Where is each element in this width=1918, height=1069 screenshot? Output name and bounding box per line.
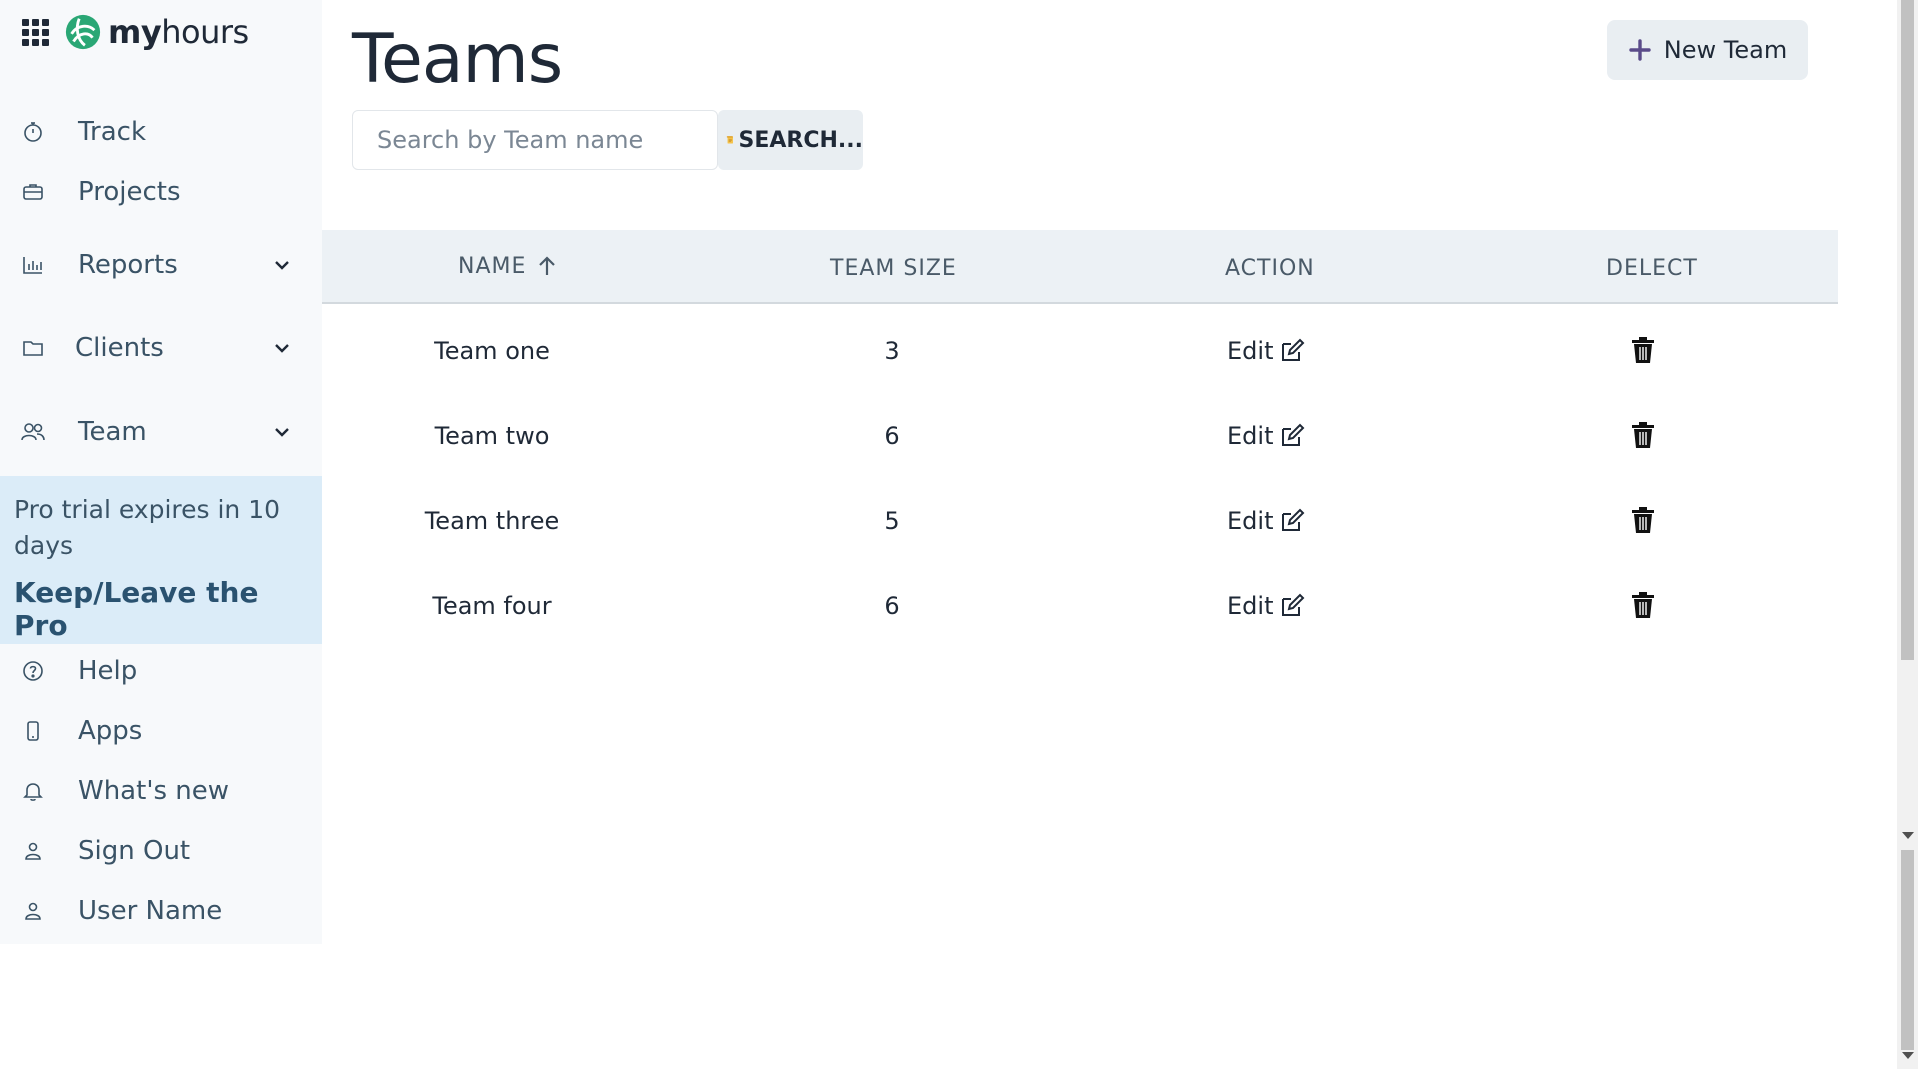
keep-leave-pro-link[interactable]: Keep/Leave the Pro [14, 576, 308, 642]
sidebar-item-label: What's new [78, 776, 230, 806]
user-icon [20, 898, 46, 924]
sidebar-item-team[interactable]: Team [0, 408, 322, 456]
edit-link[interactable]: Edit [1227, 308, 1305, 393]
team-name: Team three [424, 506, 560, 535]
search-button[interactable]: SEARCH... [718, 110, 863, 170]
trash-icon[interactable] [1630, 335, 1656, 365]
sidebar: myhours Track Projects Reports Clients T… [0, 0, 322, 944]
pro-trial-text: Pro trial expires in 10 days [14, 495, 281, 560]
scrollbar-thumb[interactable] [1901, 850, 1914, 1050]
column-header-delect: DELECT [1606, 255, 1698, 281]
sidebar-item-track[interactable]: Track [0, 108, 322, 156]
stopwatch-icon [20, 119, 46, 145]
bar-chart-icon [20, 252, 46, 278]
brand: myhours [20, 12, 249, 52]
team-name: Team four [432, 591, 552, 620]
team-size: 5 [884, 506, 900, 535]
team-name: Team two [434, 421, 550, 450]
trash-icon[interactable] [1630, 505, 1656, 535]
apps-grid-icon[interactable] [20, 17, 50, 47]
edit-link[interactable]: Edit [1227, 393, 1305, 478]
sidebar-item-label: Sign Out [78, 836, 191, 866]
new-team-label: New Team [1663, 36, 1788, 64]
user-icon [20, 838, 46, 864]
sidebar-item-clients[interactable]: Clients [0, 324, 322, 372]
chevron-down-icon[interactable] [272, 422, 292, 442]
sidebar-item-label: Reports [78, 250, 178, 280]
brand-name: myhours [108, 13, 249, 51]
vertical-scrollbar[interactable] [1897, 0, 1918, 1069]
sidebar-item-label: Team [78, 417, 147, 447]
trash-icon[interactable] [1630, 420, 1656, 450]
sidebar-item-label: Projects [78, 177, 181, 207]
plus-icon [1629, 39, 1651, 61]
column-header-action: ACTION [1225, 255, 1315, 281]
sidebar-item-apps[interactable]: Apps [0, 707, 322, 755]
sidebar-item-label: Clients [75, 333, 164, 363]
edit-icon [1282, 423, 1305, 446]
team-size: 6 [884, 591, 900, 620]
sidebar-item-sign-out[interactable]: Sign Out [0, 827, 322, 875]
sidebar-item-reports[interactable]: Reports [0, 241, 322, 289]
table-row: Team four 6 Edit [322, 563, 1838, 648]
sidebar-item-projects[interactable]: Projects [0, 168, 322, 216]
scroll-down-arrow-icon[interactable] [1902, 832, 1914, 839]
myhours-logo-icon [65, 14, 101, 50]
team-size: 6 [884, 421, 900, 450]
trash-icon[interactable] [1630, 590, 1656, 620]
team-name: Team one [434, 336, 550, 365]
sidebar-item-help[interactable]: Help [0, 647, 322, 695]
help-circle-icon [20, 658, 46, 684]
table-row: Team three 5 Edit [322, 478, 1838, 563]
sidebar-item-label: User Name [78, 896, 223, 926]
chevron-down-icon[interactable] [272, 338, 292, 358]
chevron-down-icon[interactable] [272, 255, 292, 275]
scroll-down-arrow-icon[interactable] [1902, 1052, 1914, 1059]
arrow-up-icon [539, 256, 556, 275]
pro-trial-banner: Pro trial expires in 10 days Keep/Leave … [0, 476, 322, 644]
column-header-name[interactable]: NAME [458, 230, 558, 302]
search-input[interactable] [352, 110, 718, 170]
sidebar-item-whats-new[interactable]: What's new [0, 767, 322, 815]
table-row: Team two 6 Edit [322, 393, 1838, 478]
bell-icon [20, 778, 46, 804]
sidebar-item-label: Track [78, 117, 147, 147]
scroll-icon [726, 136, 733, 144]
edit-link[interactable]: Edit [1227, 563, 1305, 648]
sidebar-item-user-name[interactable]: User Name [0, 887, 322, 935]
search-button-label: SEARCH... [738, 127, 863, 153]
edit-link[interactable]: Edit [1227, 478, 1305, 563]
edit-icon [1282, 508, 1305, 531]
table-row: Team one 3 Edit [322, 308, 1838, 393]
table-header: NAME TEAM SIZE ACTION DELECT [322, 230, 1838, 304]
briefcase-icon [20, 179, 46, 205]
scrollbar-thumb[interactable] [1901, 0, 1914, 660]
phone-icon [20, 718, 46, 744]
edit-icon [1282, 338, 1305, 361]
new-team-button[interactable]: New Team [1607, 20, 1808, 80]
team-size: 3 [884, 336, 900, 365]
sidebar-item-label: Help [78, 656, 138, 686]
users-icon [20, 419, 46, 445]
sidebar-item-label: Apps [78, 716, 143, 746]
column-header-team-size: TEAM SIZE [830, 255, 957, 281]
edit-icon [1282, 593, 1305, 616]
folder-icon [20, 335, 46, 361]
page-title: Teams [352, 20, 563, 99]
